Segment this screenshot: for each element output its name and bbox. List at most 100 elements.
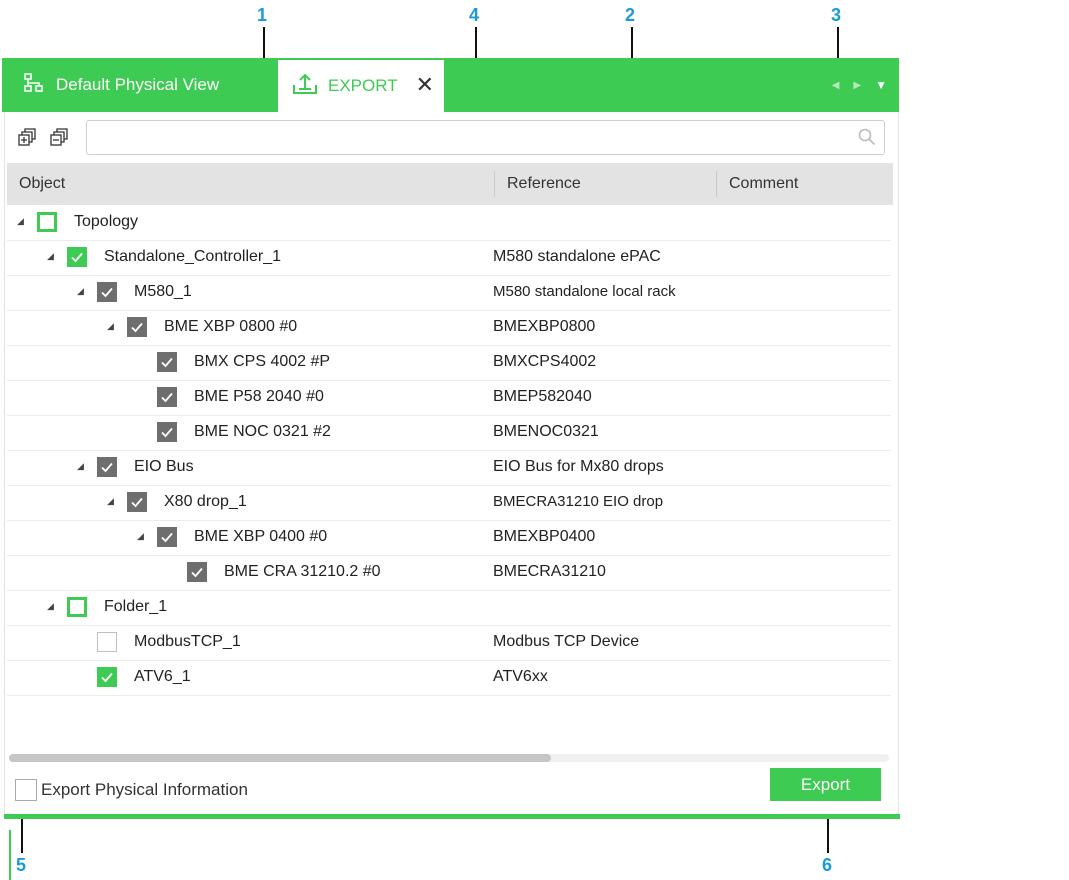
- scrollbar-thumb[interactable]: [9, 754, 551, 762]
- horizontal-scrollbar[interactable]: [9, 754, 889, 762]
- tree-item-reference: BMENOC0321: [493, 423, 599, 440]
- collapse-arrow-icon[interactable]: ◢: [47, 251, 54, 262]
- tree-item-name: ModbusTCP_1: [134, 633, 241, 650]
- tree-item-reference: BMECRA31210 EIO drop: [493, 493, 664, 510]
- tree-item-name: BME XBP 0800 #0: [164, 318, 298, 335]
- tab-list-dropdown-icon[interactable]: ▼: [875, 78, 887, 92]
- tree-checkbox[interactable]: [127, 317, 147, 337]
- tab-navigation: ◀ ▶ ▼: [832, 58, 887, 112]
- column-separator[interactable]: [716, 171, 717, 197]
- upload-icon: [292, 73, 318, 100]
- tree-checkbox[interactable]: [67, 597, 87, 617]
- close-icon[interactable]: ✕: [416, 73, 434, 97]
- collapse-all-icon[interactable]: [49, 128, 69, 148]
- tree-row[interactable]: BME P58 2040 #0 BMEP582040: [7, 381, 891, 416]
- tree-item-reference: BMEXBP0800: [493, 318, 596, 335]
- tree-row[interactable]: ◢ Topology: [7, 206, 891, 241]
- tree-row[interactable]: ◢ EIO Bus EIO Bus for Mx80 drops: [7, 451, 891, 486]
- tree-item-reference: M580 standalone ePAC: [493, 248, 661, 265]
- tree-row[interactable]: ◢ Folder_1: [7, 591, 891, 626]
- object-tree: ◢ Topology ◢ Standalone_Controller_1 M580 st…: [7, 206, 891, 696]
- tree-checkbox[interactable]: [67, 247, 87, 267]
- tab-export-label: EXPORT: [328, 76, 398, 95]
- tree-checkbox[interactable]: [157, 422, 177, 442]
- tree-checkbox[interactable]: [97, 667, 117, 687]
- tree-checkbox[interactable]: [127, 492, 147, 512]
- export-button[interactable]: Export: [770, 768, 881, 801]
- collapse-arrow-icon[interactable]: ◢: [17, 216, 24, 227]
- tree-row[interactable]: ModbusTCP_1 Modbus TCP Device: [7, 626, 891, 661]
- export-panel: Object Reference Comment ◢ Topology ◢ Stand…: [4, 112, 899, 880]
- tree-item-name: BME P58 2040 #0: [194, 388, 324, 405]
- tree-item-name: BME XBP 0400 #0: [194, 528, 328, 545]
- export-physical-information-checkbox[interactable]: [15, 779, 37, 801]
- tree-item-name: BME CRA 31210.2 #0: [224, 563, 381, 580]
- collapse-arrow-icon[interactable]: ◢: [77, 461, 84, 472]
- callout-4: 4: [469, 5, 480, 25]
- tree-item-reference: ATV6xx: [493, 668, 548, 685]
- tree-item-reference: BMECRA31210: [493, 563, 606, 580]
- tree-checkbox[interactable]: [97, 632, 117, 652]
- tree-item-reference: BMXCPS4002: [493, 353, 597, 370]
- tree-checkbox[interactable]: [157, 352, 177, 372]
- tree-item-name: Folder_1: [104, 598, 168, 615]
- tree-item-name: Topology: [74, 213, 139, 230]
- tree-row[interactable]: ◢ Standalone_Controller_1 M580 standalone …: [7, 241, 891, 276]
- collapse-arrow-icon[interactable]: ◢: [137, 531, 144, 542]
- tree-row[interactable]: BME NOC 0321 #2 BMENOC0321: [7, 416, 891, 451]
- tree-checkbox[interactable]: [97, 282, 117, 302]
- tree-toolbar: [17, 128, 69, 148]
- tree-item-name: BME NOC 0321 #2: [194, 423, 331, 440]
- tree-item-name: EIO Bus: [134, 458, 194, 475]
- left-accent-bar: [9, 830, 11, 880]
- tree-item-name: Standalone_Controller_1: [104, 248, 282, 265]
- column-separator[interactable]: [494, 171, 495, 197]
- scroll-right-icon[interactable]: ▶: [853, 80, 861, 91]
- table-header: Object Reference Comment: [7, 163, 893, 205]
- column-header-comment[interactable]: Comment: [729, 175, 798, 193]
- tab-bar: Default Physical View EXPORT ✕ ◀ ▶ ▼: [2, 58, 899, 112]
- tree-row[interactable]: ◢ X80 drop_1 BMECRA31210 EIO drop: [7, 486, 891, 521]
- collapse-arrow-icon[interactable]: ◢: [77, 286, 84, 297]
- tree-item-name: ATV6_1: [134, 668, 191, 685]
- tree-item-reference: BMEP582040: [493, 388, 592, 405]
- tree-row[interactable]: BMX CPS 4002 #P BMXCPS4002: [7, 346, 891, 381]
- tree-item-name: BMX CPS 4002 #P: [194, 353, 331, 370]
- bottom-accent-bar: [4, 814, 900, 819]
- scroll-left-icon[interactable]: ◀: [832, 80, 840, 91]
- tree-row[interactable]: ATV6_1 ATV6xx: [7, 661, 891, 696]
- tree-item-reference: M580 standalone local rack: [493, 283, 676, 300]
- tab-export[interactable]: EXPORT ✕: [278, 60, 444, 112]
- column-header-object[interactable]: Object: [19, 175, 65, 193]
- callout-1: 1: [257, 5, 268, 25]
- search-icon[interactable]: [858, 128, 876, 151]
- search-input[interactable]: [95, 121, 849, 153]
- tree-row[interactable]: BME CRA 31210.2 #0 BMECRA31210: [7, 556, 891, 591]
- collapse-arrow-icon[interactable]: ◢: [107, 496, 114, 507]
- export-physical-information-label: Export Physical Information: [41, 780, 248, 799]
- tree-item-reference: Modbus TCP Device: [493, 633, 640, 650]
- tree-item-reference: EIO Bus for Mx80 drops: [493, 458, 664, 475]
- tab-default-physical-view[interactable]: Default Physical View: [2, 58, 277, 112]
- collapse-arrow-icon[interactable]: ◢: [107, 321, 114, 332]
- collapse-arrow-icon[interactable]: ◢: [47, 601, 54, 612]
- callout-2: 2: [625, 5, 636, 25]
- callout-5: 5: [16, 855, 27, 875]
- tree-row[interactable]: ◢ M580_1 M580 standalone local rack: [7, 276, 891, 311]
- expand-all-icon[interactable]: [17, 128, 37, 148]
- tree-checkbox[interactable]: [157, 527, 177, 547]
- tab-default-label: Default Physical View: [56, 75, 220, 94]
- tree-item-reference: BMEXBP0400: [493, 528, 596, 545]
- column-header-reference[interactable]: Reference: [507, 175, 581, 193]
- callout-3: 3: [831, 5, 842, 25]
- network-topology-icon: [24, 72, 44, 98]
- tree-checkbox[interactable]: [187, 562, 207, 582]
- tree-checkbox[interactable]: [97, 457, 117, 477]
- tree-row[interactable]: ◢ BME XBP 0400 #0 BMEXBP0400: [7, 521, 891, 556]
- tree-row[interactable]: ◢ BME XBP 0800 #0 BMEXBP0800: [7, 311, 891, 346]
- search-field[interactable]: [86, 120, 885, 155]
- export-physical-information-option[interactable]: Export Physical Information: [15, 779, 248, 801]
- tree-checkbox[interactable]: [37, 212, 57, 232]
- callout-6: 6: [822, 855, 833, 875]
- tree-checkbox[interactable]: [157, 387, 177, 407]
